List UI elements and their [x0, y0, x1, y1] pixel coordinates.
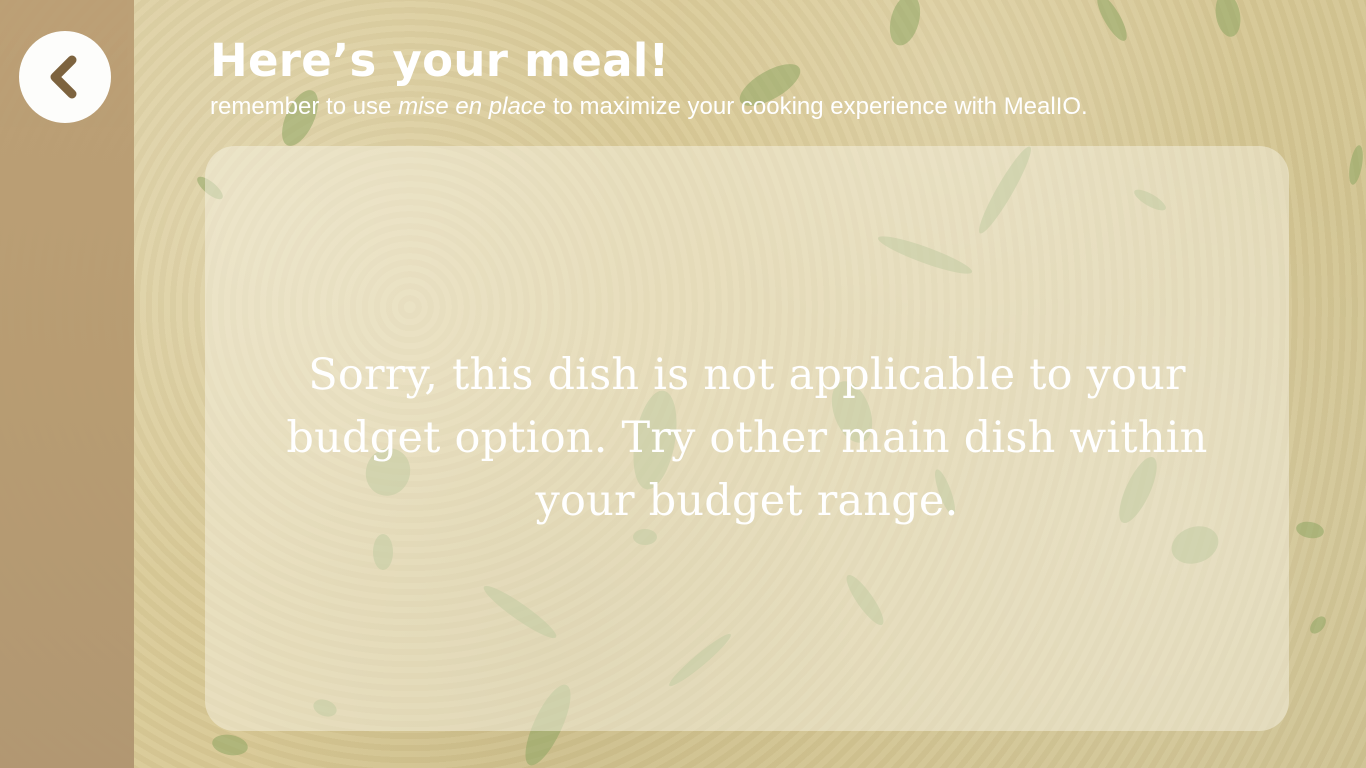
budget-message: Sorry, this dish is not applicable to yo… [286, 350, 1208, 526]
page-subtitle: remember to use mise en place to maximiz… [210, 93, 1088, 121]
subtitle-suffix: to maximize your cooking experience with… [546, 93, 1088, 120]
message-card: Sorry, this dish is not applicable to yo… [205, 146, 1289, 731]
page-title: Here’s your meal! [210, 34, 670, 87]
subtitle-prefix: remember to use [210, 93, 399, 120]
back-button[interactable] [19, 31, 111, 123]
left-sidebar [0, 0, 134, 768]
subtitle-italic: mise en place [398, 93, 547, 120]
chevron-left-icon [50, 55, 77, 99]
